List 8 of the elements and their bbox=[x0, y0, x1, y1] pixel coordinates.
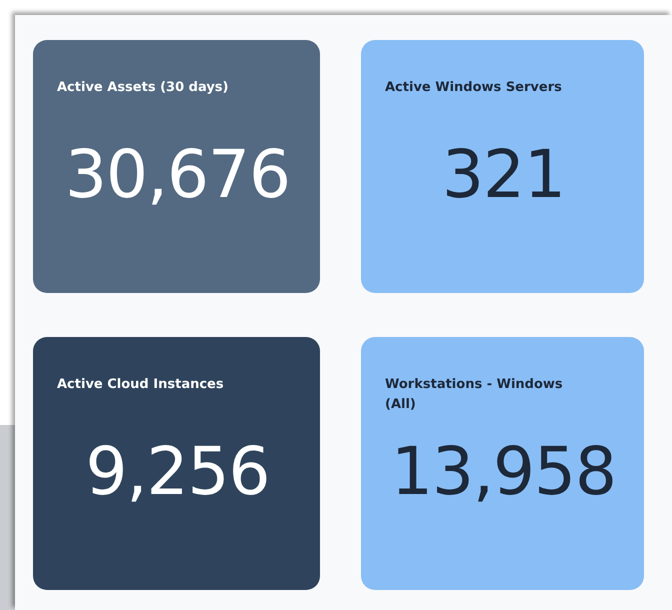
tile-title: Active Assets (30 days) bbox=[57, 79, 230, 97]
tile-value: 9,256 bbox=[84, 439, 270, 505]
tile-title: Workstations - Windows (All) bbox=[385, 376, 564, 414]
tile-value: 30,676 bbox=[64, 142, 291, 208]
tile-value: 321 bbox=[441, 142, 566, 208]
tile-title: Active Cloud Instances bbox=[57, 376, 225, 394]
tile-title: Active Windows Servers bbox=[385, 79, 563, 97]
tile-value: 13,958 bbox=[390, 439, 617, 505]
